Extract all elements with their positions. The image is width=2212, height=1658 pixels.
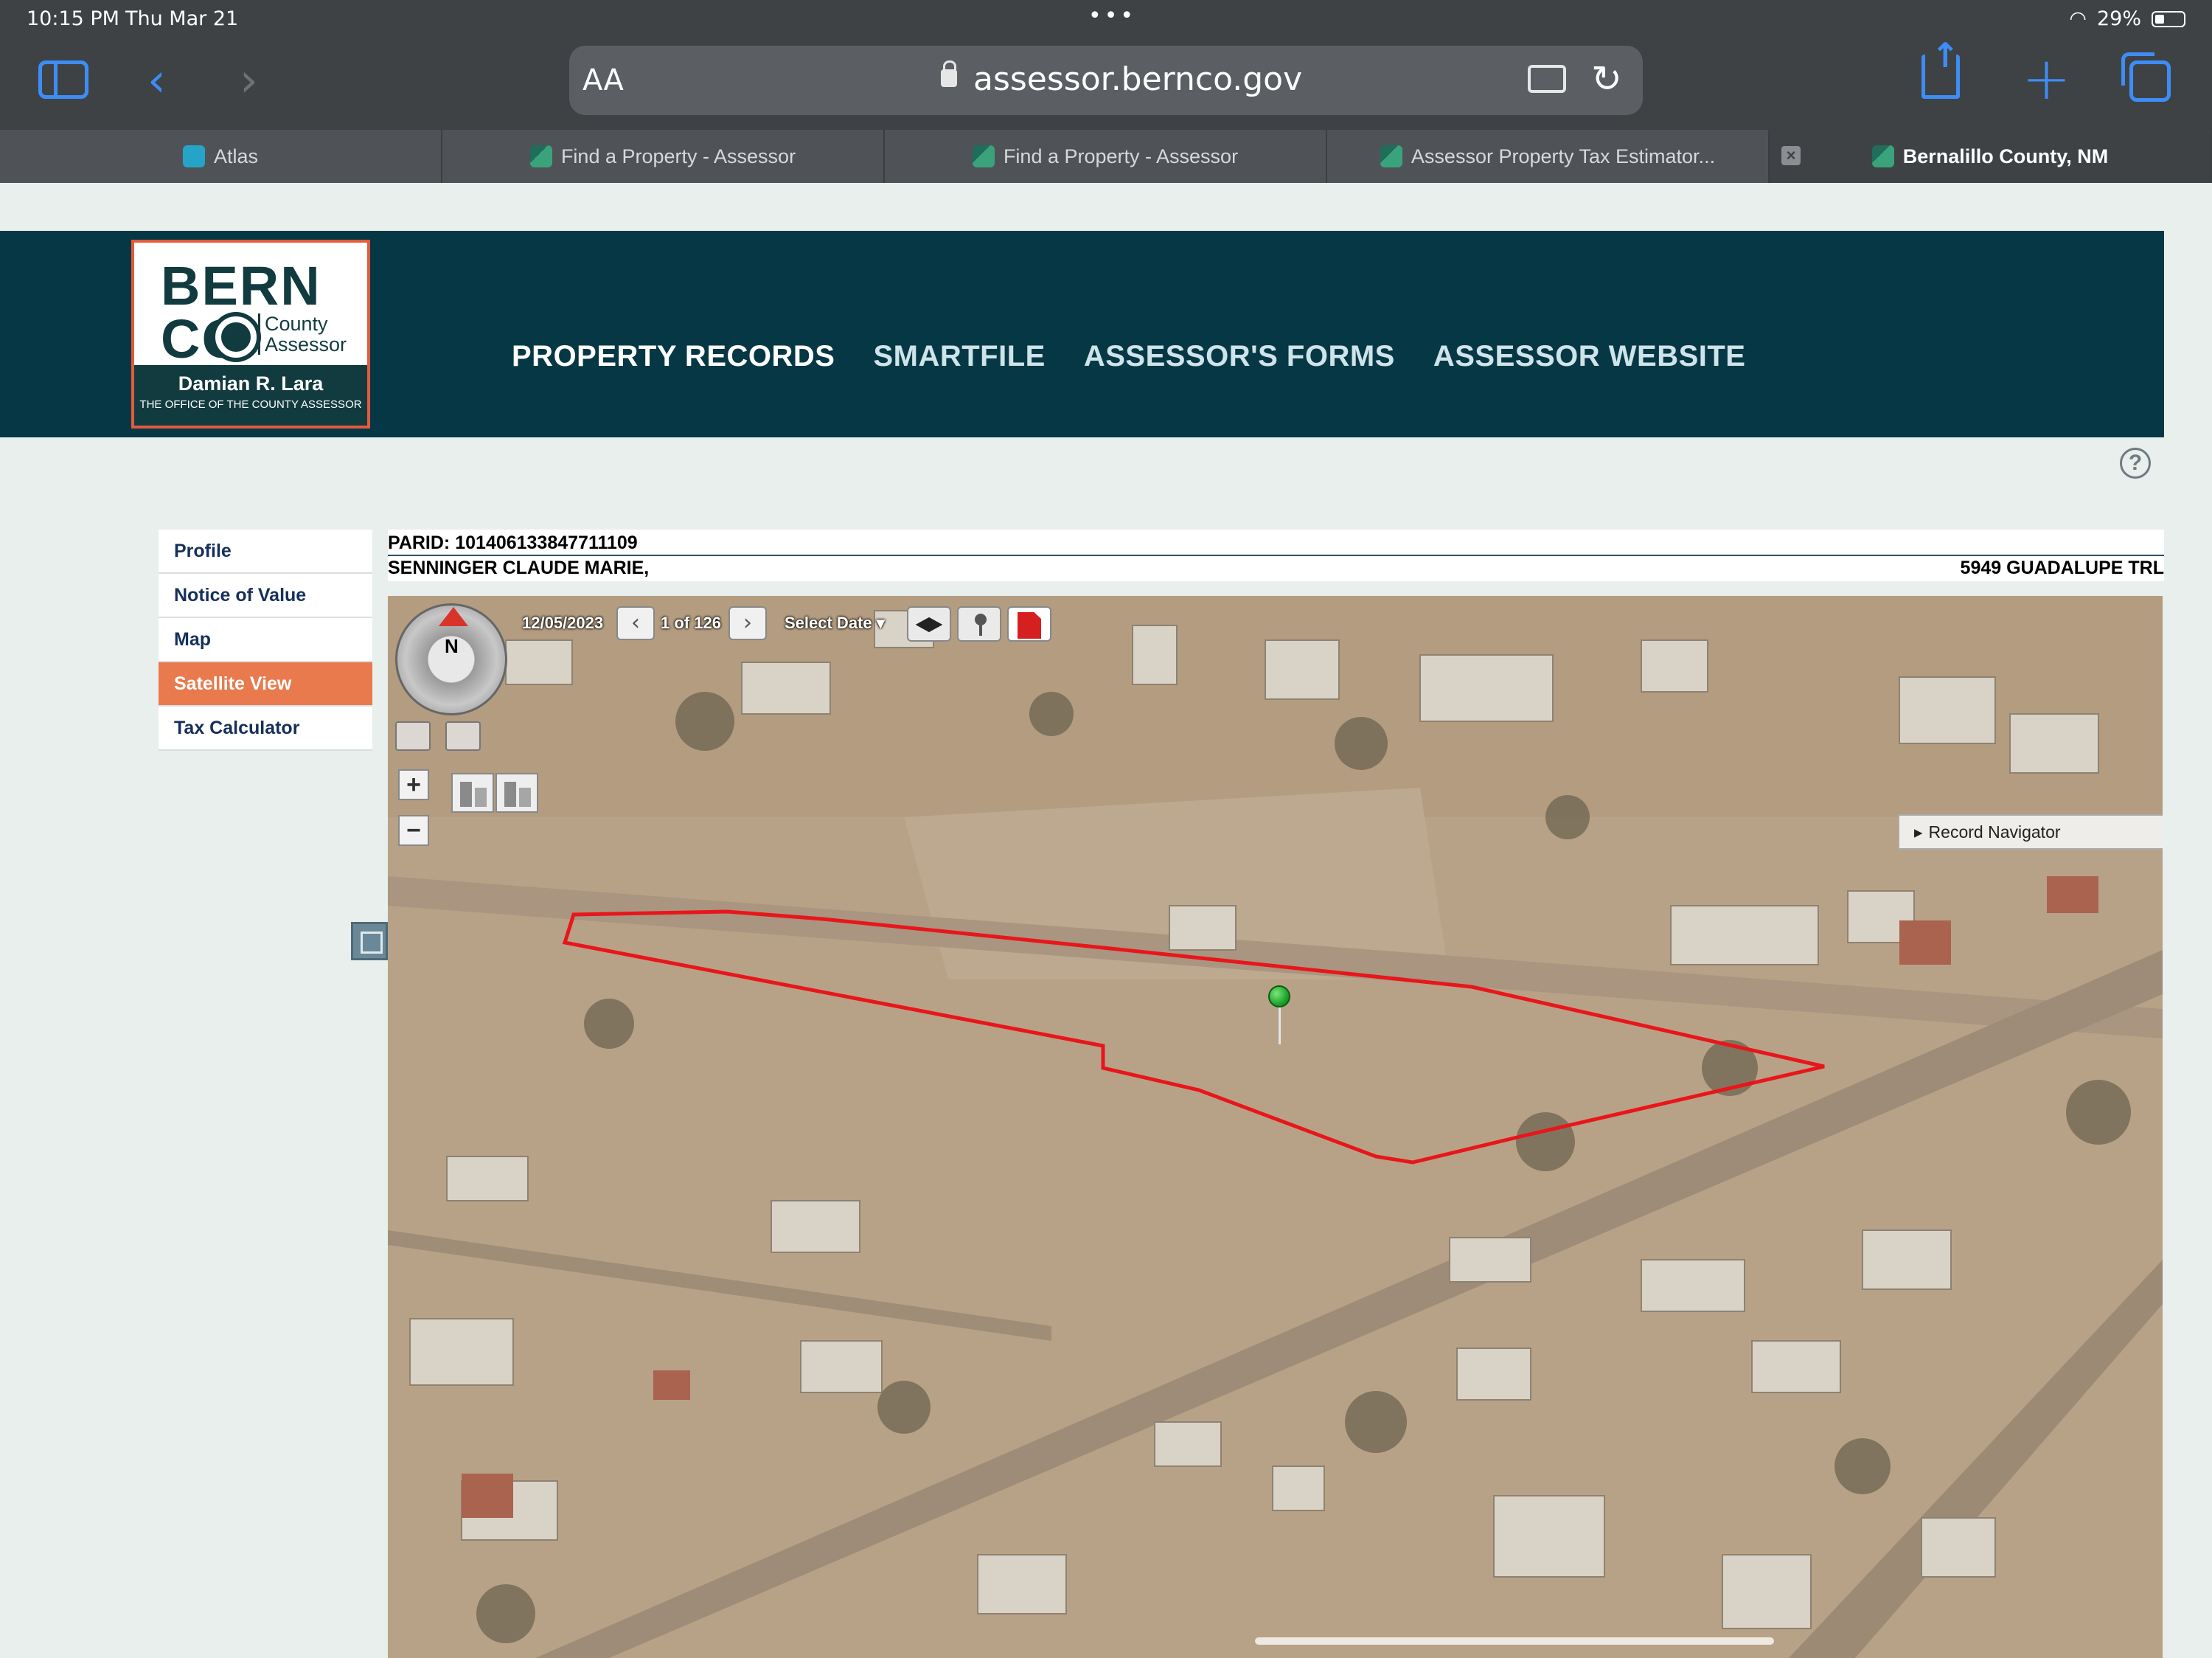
zoom-out-button[interactable]: − bbox=[398, 815, 429, 846]
tab-bernalillo-county[interactable]: × Bernalillo County, NM bbox=[1770, 130, 2212, 183]
reload-icon[interactable]: ↻ bbox=[1591, 58, 1622, 100]
sidebar-menu: Profile Notice of Value Map Satellite Vi… bbox=[159, 530, 372, 751]
sidebar-item-profile[interactable]: Profile bbox=[159, 530, 372, 574]
assessor-name: Damian R. Lara bbox=[178, 372, 324, 395]
property-address: 5949 GUADALUPE TRL bbox=[1960, 558, 2164, 578]
main-nav: PROPERTY RECORDS SMARTFILE ASSESSOR'S FO… bbox=[512, 340, 1745, 373]
battery-percent: 29% bbox=[2096, 7, 2141, 30]
bernco-assessor-logo[interactable]: BERN CO County Assessor Damian R. Lara TH… bbox=[131, 240, 370, 429]
sidebar-item-notice-of-value[interactable]: Notice of Value bbox=[159, 574, 372, 618]
forward-icon[interactable]: › bbox=[240, 53, 258, 107]
next-image-button[interactable]: › bbox=[728, 606, 767, 640]
tab-overview-icon[interactable] bbox=[2121, 52, 2171, 102]
chevron-down-icon: ▾ bbox=[876, 614, 885, 632]
aerial-imagery bbox=[388, 596, 2163, 1658]
reader-mode-icon[interactable] bbox=[1528, 65, 1566, 93]
divider bbox=[388, 555, 2164, 556]
reader-text-size-button[interactable]: AA bbox=[582, 63, 624, 97]
oblique-view-icon[interactable] bbox=[451, 773, 494, 813]
browser-toolbar: ‹ › AA assessor.bernco.gov ↻ + bbox=[0, 35, 2212, 130]
multitasking-dots-icon[interactable]: ••• bbox=[1088, 3, 1136, 29]
bernco-icon bbox=[529, 145, 552, 167]
bernco-icon bbox=[1380, 145, 1402, 167]
tab-strip: Atlas Find a Property - Assessor Find a … bbox=[0, 130, 2212, 183]
tab-tax-estimator[interactable]: Assessor Property Tax Estimator... bbox=[1327, 130, 1770, 183]
satellite-map[interactable]: N + − 12/05/2023 ‹ 1 of 126 › Select Dat… bbox=[388, 596, 2163, 1658]
record-navigator-toggle[interactable]: Record Navigator bbox=[1898, 814, 2163, 850]
back-icon[interactable]: ‹ bbox=[147, 53, 166, 107]
zia-sun-icon bbox=[215, 316, 257, 358]
marker-stem bbox=[1279, 1007, 1281, 1044]
new-tab-icon[interactable]: + bbox=[2022, 44, 2071, 113]
compass-north-label: N bbox=[445, 635, 459, 657]
parcel-header: PARID: 101406133847711109 SENNINGER CLAU… bbox=[388, 530, 2164, 581]
nav-property-records[interactable]: PROPERTY RECORDS bbox=[512, 340, 835, 373]
site-header: BERN CO County Assessor Damian R. Lara TH… bbox=[0, 231, 2164, 437]
select-date-dropdown[interactable]: Select Date ▾ bbox=[785, 614, 885, 633]
tab-label: Find a Property - Assessor bbox=[1003, 145, 1239, 167]
layers-icon[interactable] bbox=[907, 606, 951, 642]
sidebar-item-satellite-view[interactable]: Satellite View bbox=[159, 662, 372, 707]
bernco-icon bbox=[1871, 145, 1894, 167]
owner-name: SENNINGER CLAUDE MARIE, bbox=[388, 558, 650, 578]
nav-smartfile[interactable]: SMARTFILE bbox=[873, 340, 1045, 373]
atlas-icon bbox=[182, 145, 205, 167]
tab-label: Find a Property - Assessor bbox=[560, 145, 796, 167]
sidebar-toggle-icon[interactable] bbox=[38, 60, 88, 99]
prev-image-button[interactable]: ‹ bbox=[616, 606, 655, 640]
image-index: 1 of 126 bbox=[661, 614, 721, 632]
imagery-date: 12/05/2023 bbox=[522, 614, 604, 632]
status-date: Thu Mar 21 bbox=[125, 7, 239, 30]
pin-icon[interactable] bbox=[957, 606, 1001, 642]
pdf-export-icon[interactable] bbox=[1007, 606, 1051, 642]
location-marker-icon[interactable] bbox=[1268, 985, 1290, 1007]
assessor-office-subtitle: THE OFFICE OF THE COUNTY ASSESSOR bbox=[139, 398, 362, 411]
share-icon[interactable] bbox=[1921, 35, 1960, 99]
parcel-id: PARID: 101406133847711109 bbox=[388, 533, 638, 553]
tilt-right-icon[interactable] bbox=[445, 721, 481, 751]
3d-buildings-icon[interactable] bbox=[495, 773, 538, 813]
tab-find-property-2[interactable]: Find a Property - Assessor bbox=[885, 130, 1327, 183]
address-bar[interactable]: AA assessor.bernco.gov ↻ bbox=[569, 46, 1643, 115]
bernco-icon bbox=[972, 145, 995, 167]
logo-county-assessor: County Assessor bbox=[258, 313, 347, 355]
logo-band: Damian R. Lara THE OFFICE OF THE COUNTY … bbox=[134, 365, 367, 426]
tab-find-property-1[interactable]: Find a Property - Assessor bbox=[442, 130, 885, 183]
sidebar-item-map[interactable]: Map bbox=[159, 618, 372, 662]
lock-icon bbox=[941, 60, 957, 87]
status-bar: 10:15 PM Thu Mar 21 ••• ◠ 29% bbox=[0, 0, 2212, 38]
nav-assessors-forms[interactable]: ASSESSOR'S FORMS bbox=[1084, 340, 1395, 373]
home-indicator bbox=[1255, 1637, 1774, 1645]
logo-assessor: Assessor bbox=[265, 333, 347, 355]
url-text[interactable]: assessor.bernco.gov bbox=[973, 60, 1302, 98]
tab-label: Assessor Property Tax Estimator... bbox=[1411, 145, 1716, 167]
zoom-in-button[interactable]: + bbox=[398, 769, 429, 800]
logo-county: County bbox=[265, 313, 328, 335]
compass-icon[interactable]: N bbox=[395, 603, 507, 715]
nav-assessor-website[interactable]: ASSESSOR WEBSITE bbox=[1433, 340, 1746, 373]
status-time: 10:15 PM bbox=[27, 7, 119, 30]
tab-atlas[interactable]: Atlas bbox=[0, 130, 442, 183]
tab-label: Atlas bbox=[213, 145, 259, 167]
battery-icon bbox=[2152, 10, 2185, 27]
fullscreen-icon[interactable] bbox=[351, 922, 388, 960]
wifi-icon: ◠ bbox=[2069, 7, 2087, 30]
tab-label: Bernalillo County, NM bbox=[1902, 145, 2109, 167]
help-icon[interactable]: ? bbox=[2120, 448, 2151, 479]
sidebar-item-tax-calculator[interactable]: Tax Calculator bbox=[159, 707, 372, 751]
tilt-left-icon[interactable] bbox=[395, 721, 431, 751]
select-date-label: Select Date bbox=[785, 614, 872, 632]
close-tab-icon[interactable]: × bbox=[1781, 146, 1801, 165]
